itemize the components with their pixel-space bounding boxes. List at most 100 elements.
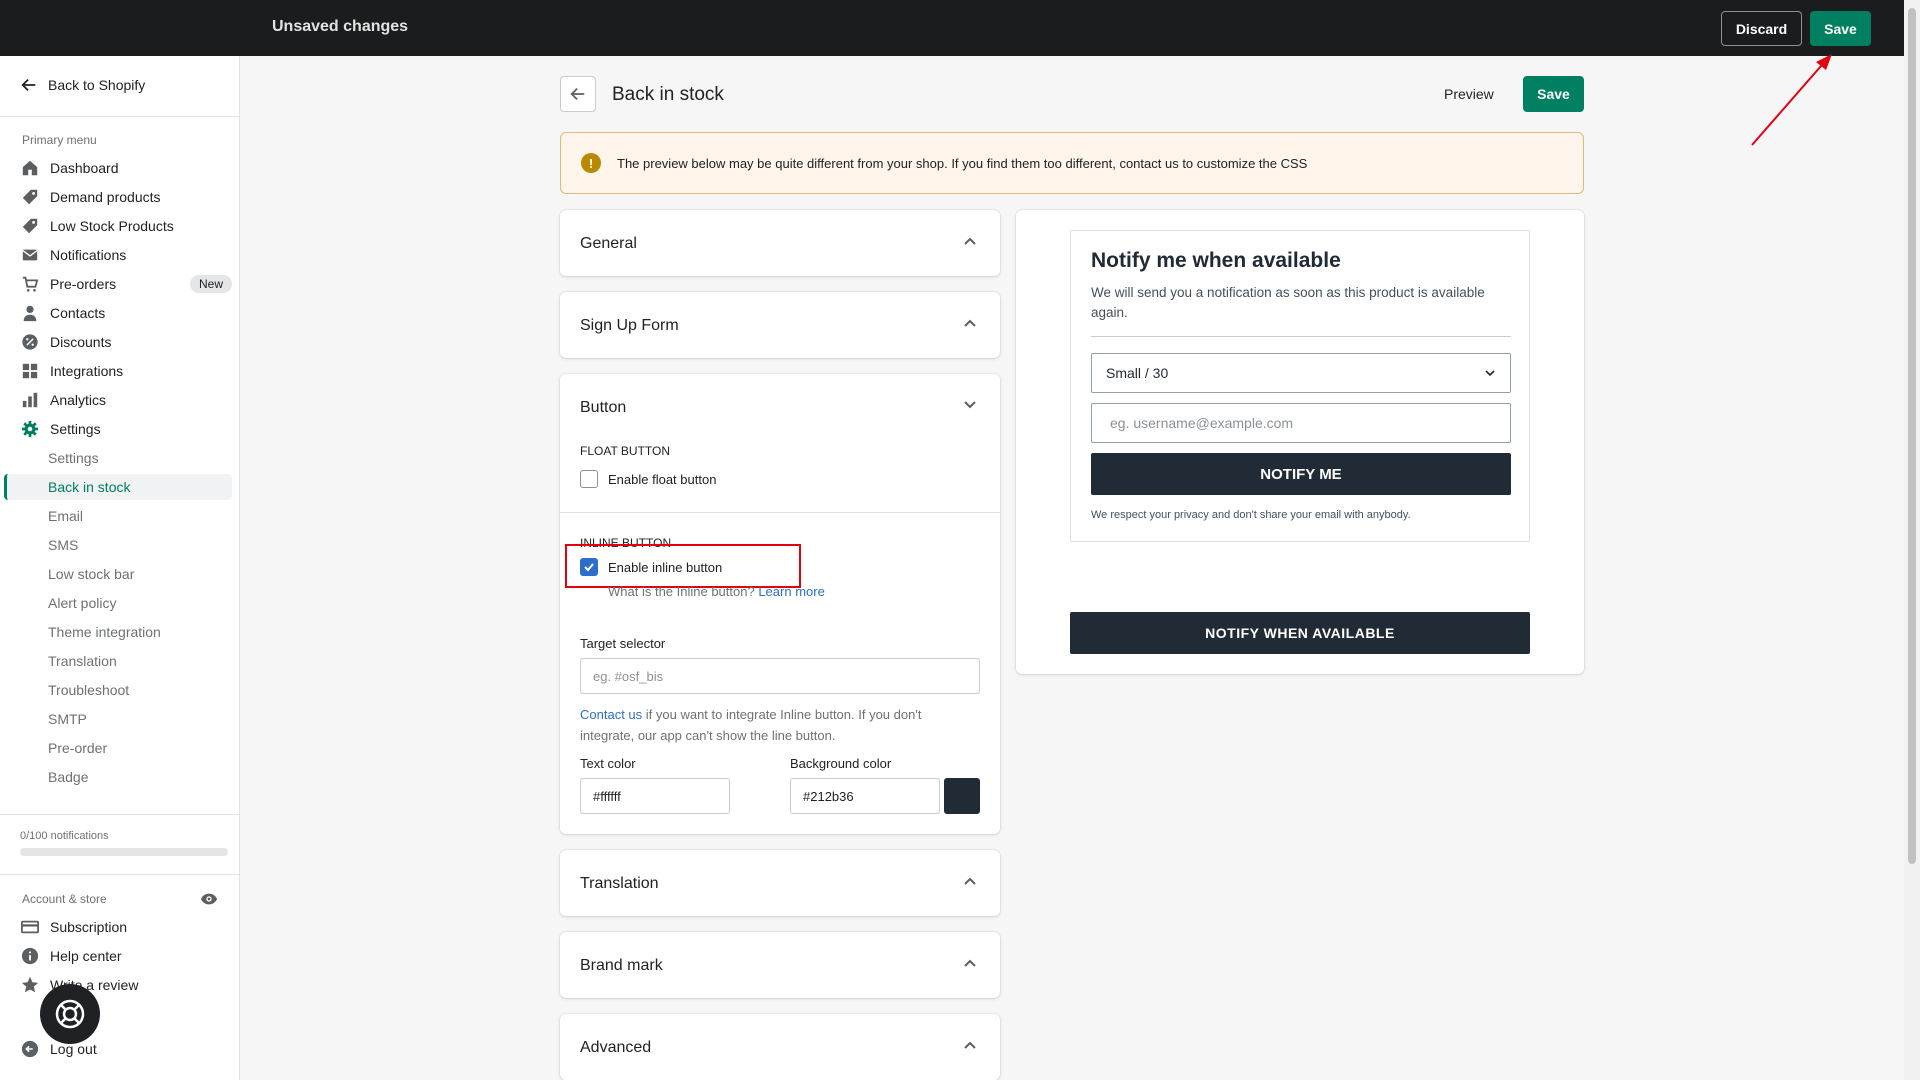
menu-item-dashboard[interactable]: Dashboard [20,155,232,181]
settings-item-translation[interactable]: Translation [4,648,232,674]
privacy-text: We respect your privacy and don't share … [1091,509,1411,521]
menu-label: Integrations [50,363,124,379]
contact-us-link[interactable]: Contact us [580,707,642,722]
menu-item-notifications[interactable]: Notifications [20,242,232,268]
top-bar: Unsaved changes Discard Save [0,0,1904,56]
section-title[interactable]: Button [580,399,626,417]
float-button-heading: FLOAT BUTTON [580,444,671,458]
section-divider [560,512,1000,513]
info-icon [20,946,40,966]
background-color-label: Background color [790,756,892,771]
tag-icon [20,216,40,236]
button-section: Button FLOAT BUTTON Enable float button … [560,374,1000,834]
logout-icon [20,1039,40,1059]
email-input[interactable]: eg. username@example.com [1091,403,1511,443]
inline-button-help: What is the Inline button? Learn more [608,584,825,599]
discard-button[interactable]: Discard [1721,11,1802,46]
warning-banner: ! The preview below may be quite differe… [560,132,1584,194]
settings-item-alert-policy[interactable]: Alert policy [4,590,232,616]
chevron-up-icon[interactable] [962,955,978,971]
menu-label: Settings [50,421,101,437]
settings-item-email[interactable]: Email [4,503,232,529]
help-chat-button[interactable] [40,984,100,1044]
signup-form-section[interactable]: Sign Up Form [560,292,1000,358]
save-button[interactable]: Save [1523,76,1584,112]
menu-item-integrations[interactable]: Integrations [20,358,232,384]
sidebar-divider [0,116,239,117]
menu-label: Contacts [50,305,106,321]
menu-item-demand-products[interactable]: Demand products [20,184,232,210]
settings-item-low-stock-bar[interactable]: Low stock bar [4,561,232,587]
float-button-checkbox-row[interactable]: Enable float button [580,470,716,488]
background-color-swatch[interactable] [944,778,980,814]
page-back-button[interactable] [560,76,596,112]
notifications-count: 0/100 notifications [20,830,109,842]
text-color-input[interactable] [580,778,730,814]
arrow-left-icon [21,78,36,92]
sidebar-divider [0,814,239,815]
settings-item-smtp[interactable]: SMTP [4,706,232,732]
target-selector-input[interactable] [580,658,980,694]
settings-item-pre-order[interactable]: Pre-order [4,735,232,761]
menu-label: Low Stock Products [50,218,174,234]
advanced-section[interactable]: Advanced [560,1014,1000,1080]
section-title: Translation [580,875,659,892]
menu-item-discounts[interactable]: Discounts [20,329,232,355]
lifebuoy-icon [55,999,85,1029]
menu-label: Pre-orders [50,276,117,292]
contact-help-line1: if you want to integrate Inline button. … [642,707,922,722]
back-to-shopify-link[interactable]: Back to Shopify [20,76,145,94]
brand-mark-section[interactable]: Brand mark [560,932,1000,998]
menu-item-pre-orders[interactable]: Pre-orders New [20,271,232,297]
learn-more-link[interactable]: Learn more [758,584,824,599]
eye-icon[interactable] [200,892,218,906]
contact-help-line2: integrate, our app can't show the line b… [580,728,836,743]
settings-item-settings[interactable]: Settings [4,445,232,471]
tag-icon [20,187,40,207]
target-selector-label: Target selector [580,636,666,651]
scrollbar-thumb[interactable] [1908,8,1916,864]
unsaved-changes-title: Unsaved changes [272,18,409,35]
chevron-up-icon[interactable] [962,873,978,889]
settings-item-troubleshoot[interactable]: Troubleshoot [4,677,232,703]
menu-item-help-center[interactable]: Help center [20,943,232,969]
settings-item-sms[interactable]: SMS [4,532,232,558]
menu-item-contacts[interactable]: Contacts [20,300,232,326]
chevron-up-icon[interactable] [962,315,978,331]
chevron-down-icon[interactable] [962,397,978,413]
general-section[interactable]: General [560,210,1000,276]
menu-item-low-stock-products[interactable]: Low Stock Products [20,213,232,239]
page-scrollbar[interactable] [1904,0,1920,1080]
notify-when-available-button[interactable]: NOTIFY WHEN AVAILABLE [1070,612,1530,654]
float-button-label: Enable float button [608,471,717,487]
variant-selected-value: Small / 30 [1106,365,1169,381]
notify-me-button[interactable]: NOTIFY ME [1091,453,1511,495]
menu-item-log-out[interactable]: Log out [20,1036,232,1062]
settings-item-theme-integration[interactable]: Theme integration [4,619,232,645]
star-icon [20,975,40,995]
primary-menu-title: Primary menu [22,133,97,147]
chevron-up-icon[interactable] [962,233,978,249]
chevron-up-icon[interactable] [962,1037,978,1053]
save-button-top[interactable]: Save [1810,11,1871,46]
translation-section[interactable]: Translation [560,850,1000,916]
gear-icon [20,419,40,439]
text-color-label: Text color [580,756,636,771]
menu-item-analytics[interactable]: Analytics [20,387,232,413]
arrow-left-icon [570,87,585,101]
menu-item-subscription[interactable]: Subscription [20,914,232,940]
float-button-checkbox[interactable] [580,470,598,488]
menu-item-settings[interactable]: Settings [20,416,232,442]
chevron-down-icon [1485,370,1495,377]
background-color-input[interactable] [790,778,940,814]
variant-select[interactable]: Small / 30 [1091,353,1511,393]
settings-item-back-in-stock[interactable]: Back in stock [4,474,232,500]
cart-icon [20,274,40,294]
inline-button-checkbox[interactable] [580,558,598,576]
preview-button[interactable]: Preview [1444,86,1494,102]
inline-button-checkbox-row[interactable]: Enable inline button [580,558,722,576]
notifications-progress-bar [20,848,228,856]
popup-description: We will send you a notification as soon … [1091,285,1485,320]
settings-item-badge[interactable]: Badge [4,764,232,790]
menu-label: Dashboard [50,160,119,176]
